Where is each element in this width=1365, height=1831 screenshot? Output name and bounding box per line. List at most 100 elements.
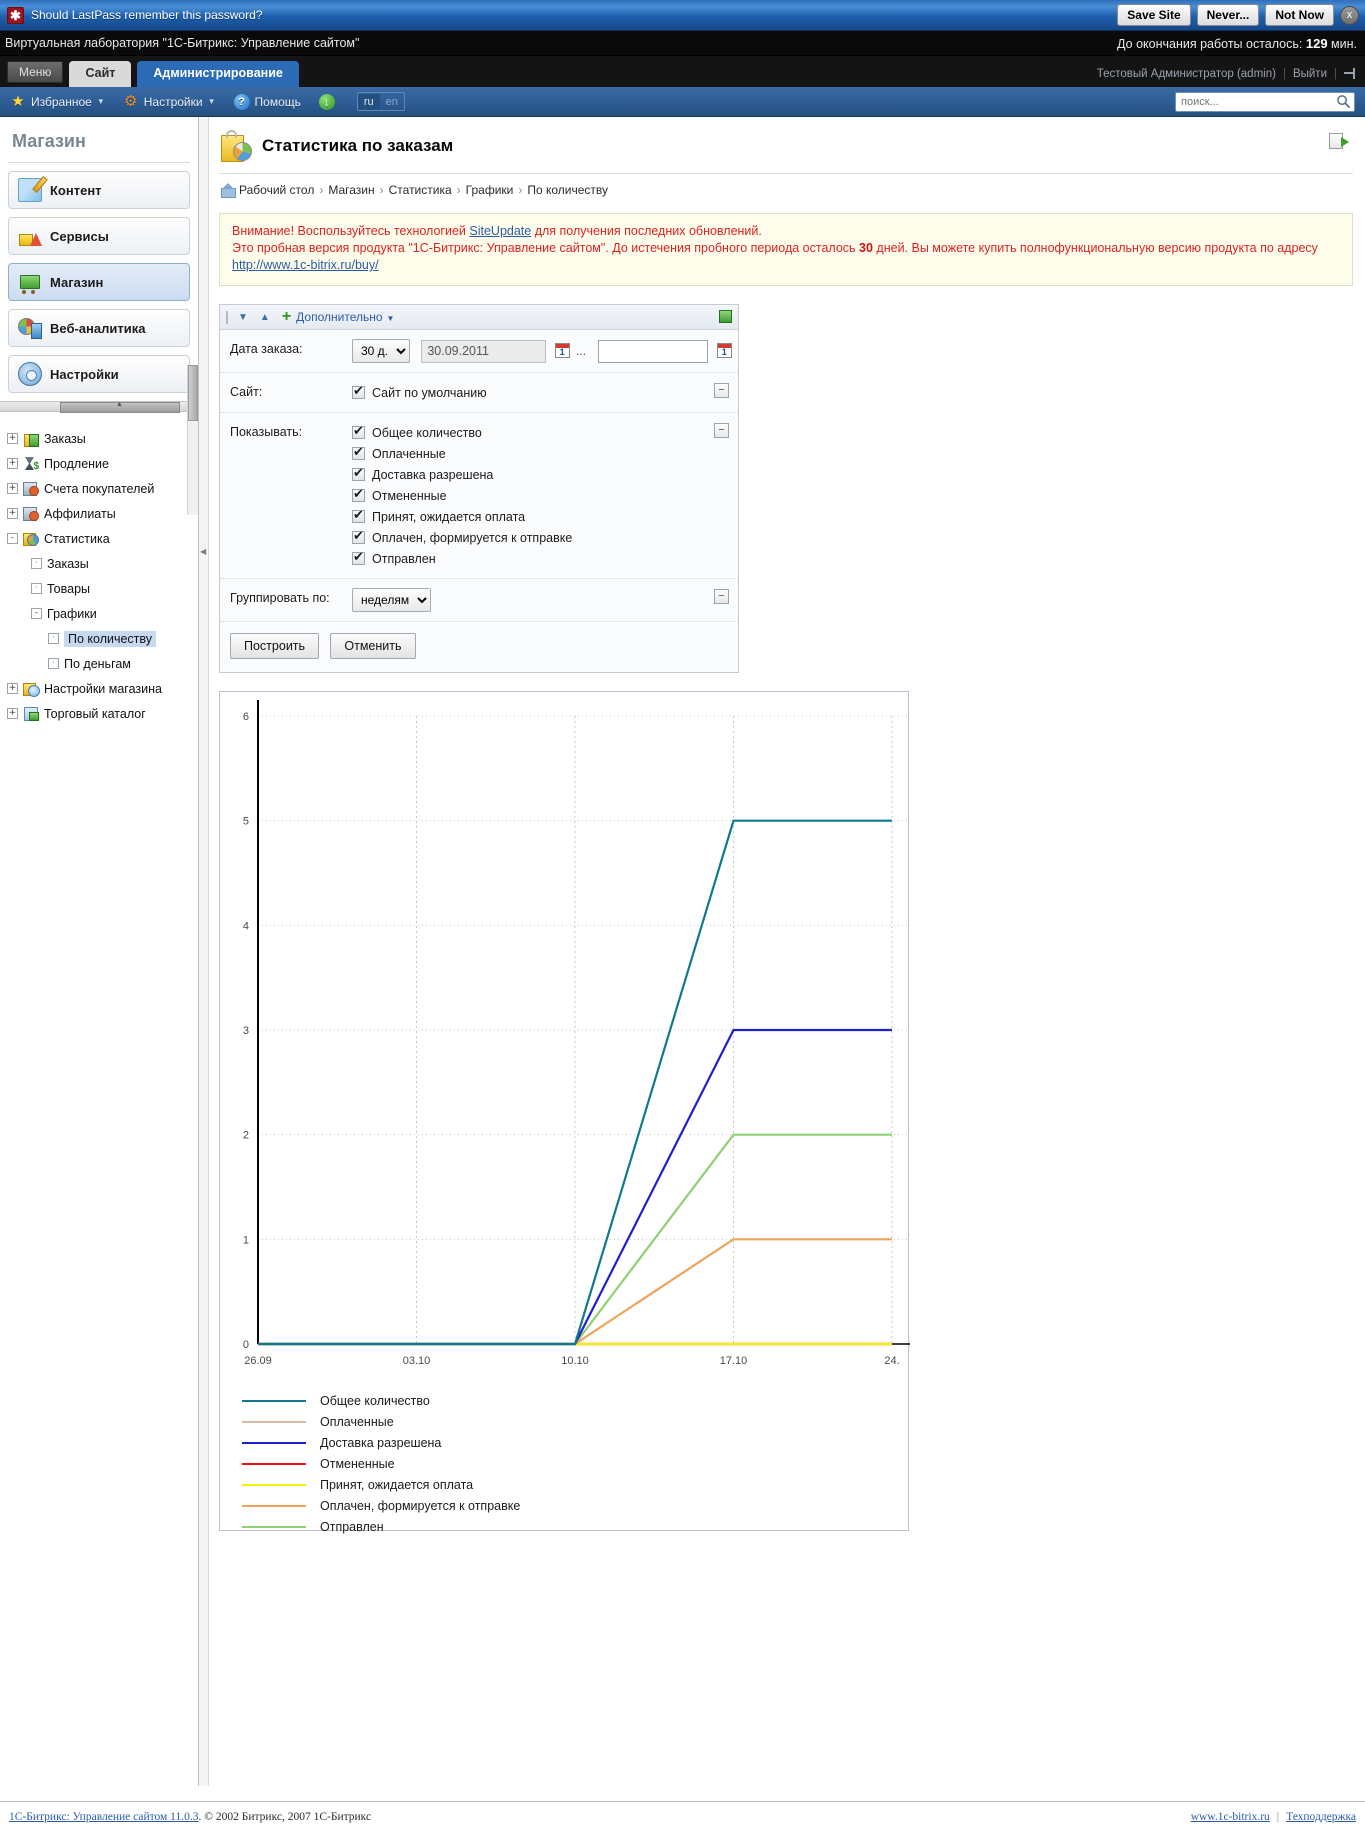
drag-handle[interactable] <box>226 310 228 324</box>
bitrix-site-link[interactable]: www.1c-bitrix.ru <box>1191 1811 1270 1823</box>
expander-icon[interactable]: + <box>7 433 18 444</box>
tree-item-orders[interactable]: + Заказы <box>7 426 198 451</box>
checkbox-row[interactable]: Доставка разрешена <box>352 464 738 485</box>
build-button[interactable]: Построить <box>230 633 320 659</box>
expander-icon[interactable]: - <box>31 608 42 619</box>
tree-item-prolongation[interactable]: + Продление <box>7 451 198 476</box>
tree-item-statistics-charts[interactable]: - Графики <box>7 601 198 626</box>
settings-label: Настройки <box>143 94 203 109</box>
collapse-row-button[interactable]: − <box>714 383 729 398</box>
date-range-select[interactable]: 30 д. <box>352 339 410 363</box>
tab-administration[interactable]: Администрирование <box>137 61 299 87</box>
logout-link[interactable]: Выйти <box>1293 68 1327 80</box>
not-now-button[interactable]: Not Now <box>1265 4 1334 26</box>
checkbox-icon[interactable] <box>352 445 365 460</box>
legend-item: Принят, ожидается оплата <box>242 1474 520 1495</box>
checkbox-row[interactable]: Оплаченные <box>352 443 738 464</box>
expander-icon[interactable]: · <box>48 658 59 669</box>
tree-item-charts-by-quantity[interactable]: · По количеству <box>7 626 198 651</box>
tree-item-trade-catalog[interactable]: + Торговый каталог <box>7 701 198 726</box>
breadcrumb-item[interactable]: По количеству <box>527 183 608 197</box>
expander-icon[interactable]: - <box>7 533 18 544</box>
tree-item-affiliates[interactable]: + Аффилиаты <box>7 501 198 526</box>
scrollbar-thumb[interactable] <box>188 365 198 421</box>
expander-icon[interactable]: · <box>48 633 59 644</box>
chevron-up-icon[interactable]: ▲ <box>260 312 270 323</box>
tree-item-statistics[interactable]: - Статистика <box>7 526 198 551</box>
calendar-icon[interactable] <box>554 343 570 358</box>
expander-icon[interactable]: + <box>7 458 18 469</box>
lang-ru-option[interactable]: ru <box>357 93 380 110</box>
footer: 1С-Битрикс: Управление сайтом 11.0.3. © … <box>0 1801 1365 1831</box>
toolbar-favorites[interactable]: ★ Избранное ▼ <box>10 93 104 110</box>
checkbox-icon[interactable] <box>352 487 365 502</box>
chevron-down-icon[interactable]: ▼ <box>238 312 248 323</box>
exit-icon[interactable] <box>1344 67 1359 80</box>
checkbox-row[interactable]: Оплачен, формируется к отправке <box>352 527 738 548</box>
support-link[interactable]: Техподдержка <box>1286 1811 1356 1823</box>
sidebar-vertical-scrollbar[interactable] <box>187 365 198 515</box>
siteupdate-link[interactable]: SiteUpdate <box>469 224 531 238</box>
sidebar-item-content[interactable]: Контент <box>8 171 190 209</box>
breadcrumb-separator: › <box>456 183 461 197</box>
expander-icon[interactable]: + <box>7 483 18 494</box>
expander-icon[interactable]: · <box>31 558 42 569</box>
export-icon[interactable] <box>1329 133 1349 151</box>
expander-icon[interactable]: + <box>7 683 18 694</box>
checkbox-row[interactable]: Сайт по умолчанию <box>352 382 738 403</box>
sidebar-item-settings[interactable]: Настройки <box>8 355 190 393</box>
checkbox-icon[interactable] <box>352 508 365 523</box>
sidebar-item-shop[interactable]: Магазин <box>8 263 190 301</box>
scrollbar-thumb[interactable] <box>60 401 180 413</box>
product-version-link[interactable]: 1С-Битрикс: Управление сайтом 11.0.3 <box>9 1811 199 1823</box>
toolbar-settings[interactable]: ⚙ Настройки ▼ <box>123 93 216 110</box>
collapse-row-button[interactable]: − <box>714 423 729 438</box>
checkbox-row[interactable]: Отправлен <box>352 548 738 569</box>
tab-site[interactable]: Сайт <box>69 61 132 87</box>
checkbox-icon[interactable] <box>352 424 365 439</box>
expander-icon[interactable]: · <box>31 583 42 594</box>
sidebar-horizontal-scrollbar[interactable] <box>0 401 198 413</box>
workarea-collapse-handle[interactable] <box>199 117 209 1786</box>
collapse-row-button[interactable]: − <box>714 589 729 604</box>
breadcrumb-item[interactable]: Графики <box>466 183 514 197</box>
checkbox-icon[interactable] <box>352 550 365 565</box>
expander-icon[interactable]: + <box>7 708 18 719</box>
checkbox-icon[interactable] <box>352 466 365 481</box>
never-button[interactable]: Never... <box>1196 4 1260 26</box>
checkbox-row[interactable]: Отмененные <box>352 485 738 506</box>
checkbox-row[interactable]: Принят, ожидается оплата <box>352 506 738 527</box>
date-from-input[interactable] <box>421 339 547 363</box>
tree-item-statistics-products[interactable]: · Товары <box>7 576 198 601</box>
search-icon[interactable] <box>1336 94 1351 109</box>
checkbox-icon[interactable] <box>352 384 365 399</box>
lang-en-option[interactable]: en <box>380 94 404 110</box>
tree-item-statistics-orders[interactable]: · Заказы <box>7 551 198 576</box>
sidebar-item-services[interactable]: Сервисы <box>8 217 190 255</box>
tree-item-buyer-accounts[interactable]: + Счета покупателей <box>7 476 198 501</box>
close-icon[interactable]: x <box>1340 5 1359 25</box>
checkbox-icon[interactable] <box>352 529 365 544</box>
search-input[interactable] <box>1175 92 1355 112</box>
excel-export-icon[interactable] <box>719 310 732 323</box>
expander-icon[interactable]: + <box>7 508 18 519</box>
additional-filter-link[interactable]: Дополнительно ▼ <box>296 310 394 324</box>
breadcrumb-item[interactable]: Магазин <box>328 183 374 197</box>
save-site-button[interactable]: Save Site <box>1117 4 1191 26</box>
date-to-input[interactable] <box>598 339 709 363</box>
group-by-select[interactable]: неделям <box>352 588 431 612</box>
calendar-icon[interactable] <box>716 343 732 358</box>
tree-item-shop-settings[interactable]: + Настройки магазина <box>7 676 198 701</box>
sidebar-item-web-analytics[interactable]: Веб-аналитика <box>8 309 190 347</box>
cancel-button[interactable]: Отменить <box>330 633 416 659</box>
breadcrumb-item[interactable]: Рабочий стол <box>239 183 314 197</box>
toolbar-updates[interactable]: ↓ <box>318 93 335 110</box>
menu-button[interactable]: Меню <box>7 61 64 83</box>
toolbar-help[interactable]: ? Помощь <box>233 93 301 110</box>
breadcrumb-item[interactable]: Статистика <box>389 183 452 197</box>
home-icon[interactable] <box>221 183 236 198</box>
checkbox-row[interactable]: Общее количество <box>352 422 738 443</box>
buy-link[interactable]: http://www.1c-bitrix.ru/buy/ <box>232 258 379 272</box>
plus-icon[interactable]: + <box>282 309 291 325</box>
tree-item-charts-by-money[interactable]: · По деньгам <box>7 651 198 676</box>
